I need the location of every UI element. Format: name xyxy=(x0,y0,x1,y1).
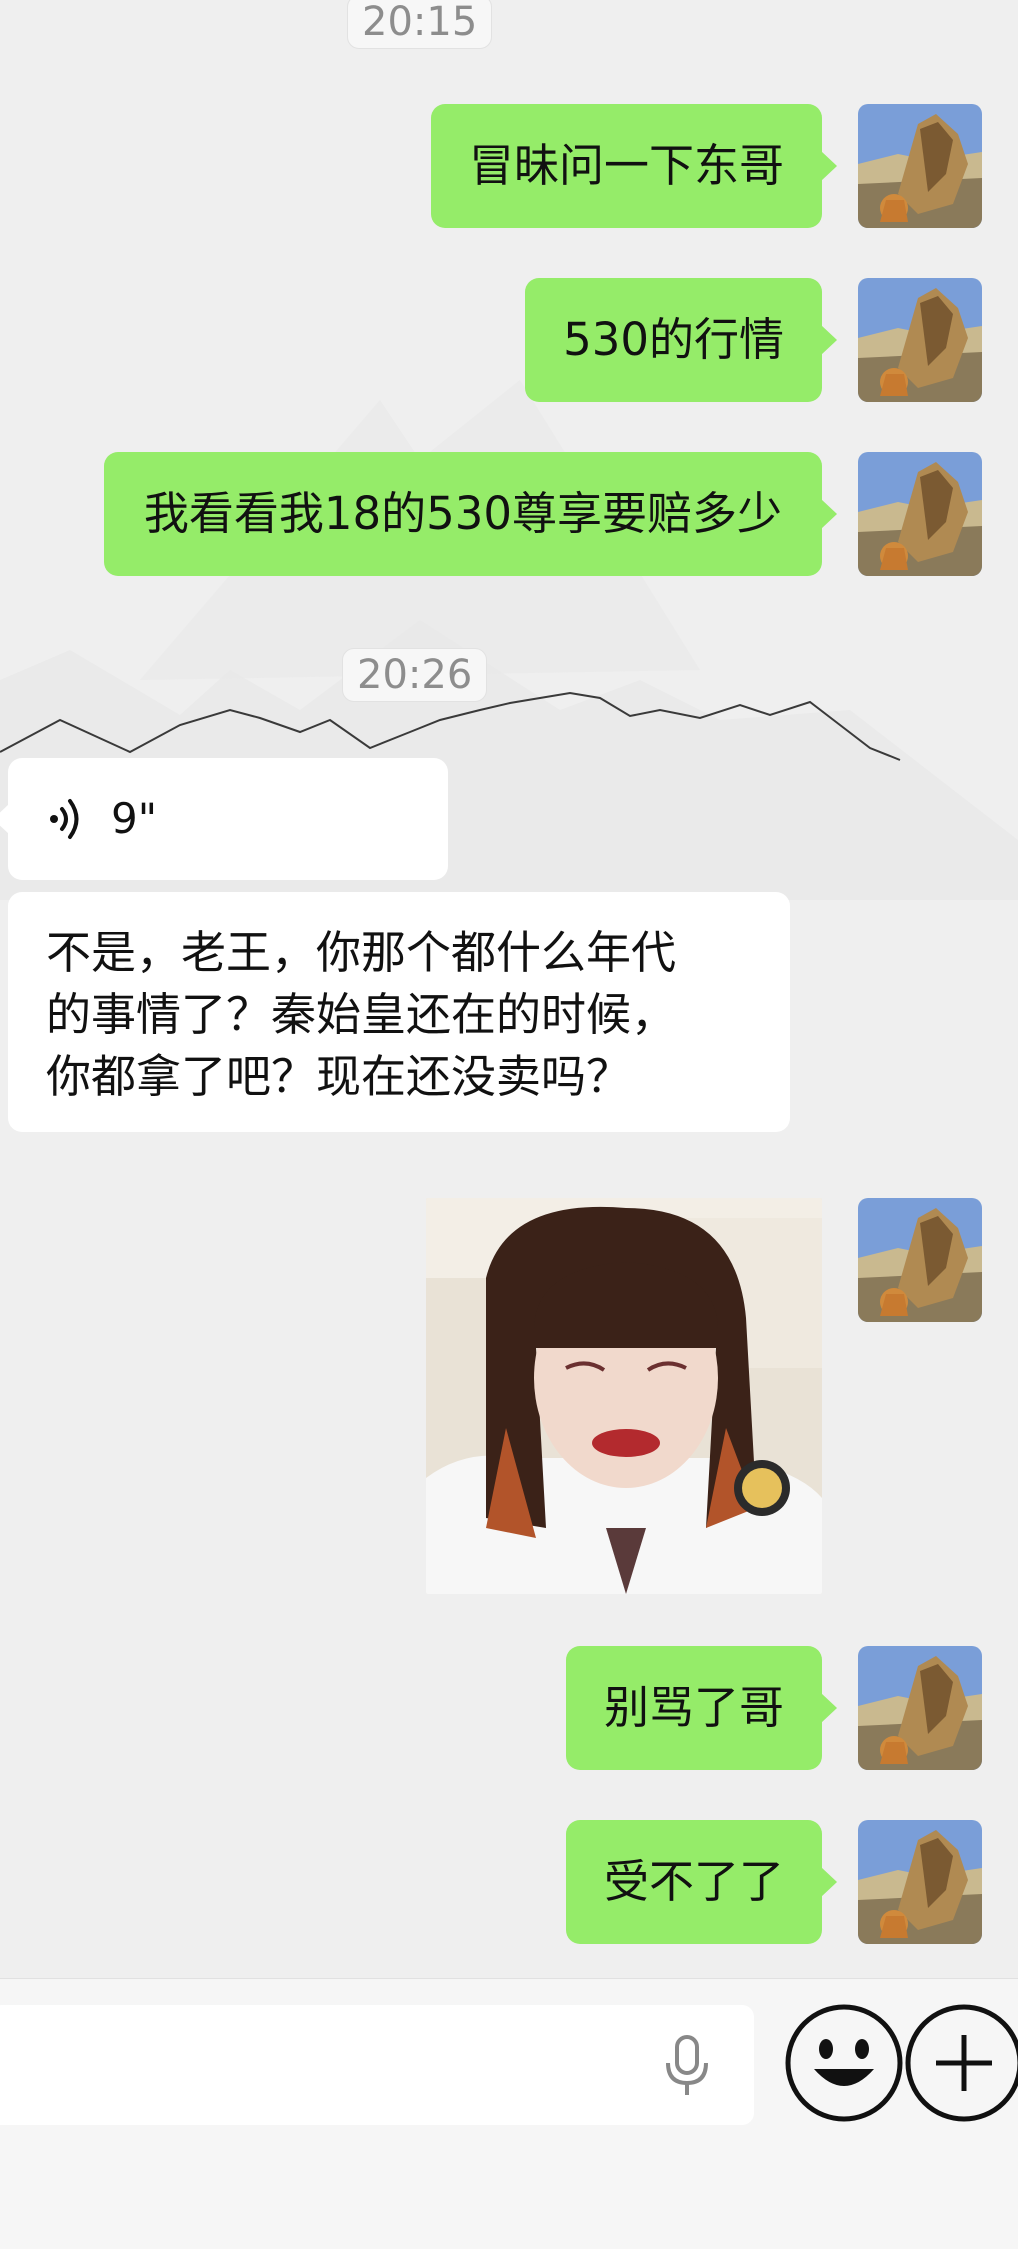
microphone-icon[interactable] xyxy=(662,2035,712,2097)
message-row: 别骂了哥 xyxy=(0,1646,1018,1770)
input-bar xyxy=(0,1978,1018,2249)
message-row: 530的行情 xyxy=(0,278,1018,402)
message-row: 冒昧问一下东哥 xyxy=(0,104,1018,228)
message-input[interactable] xyxy=(0,2005,754,2125)
voice-wave-icon xyxy=(50,799,79,839)
message-bubble[interactable]: 530的行情 xyxy=(525,278,837,402)
message-line: 的事情了？秦始皇还在的时候， xyxy=(46,988,677,1041)
message-line: 你都拿了吧？现在还没卖吗？ xyxy=(46,1050,632,1103)
avatar-image-icon xyxy=(858,104,982,228)
message-row: 我看看我18的530尊享要赔多少 xyxy=(0,452,1018,576)
plus-icon[interactable] xyxy=(902,2001,1018,2125)
timestamp: 20:15 xyxy=(347,0,493,49)
message-row xyxy=(0,1198,1018,1594)
message-bubble[interactable]: 冒昧问一下东哥 xyxy=(430,104,838,228)
my-avatar[interactable] xyxy=(858,1646,982,1770)
voice-message-bubble[interactable]: 9" xyxy=(0,758,448,880)
avatar-image-icon xyxy=(858,278,982,402)
my-avatar[interactable] xyxy=(858,452,982,576)
avatar-image-icon xyxy=(858,1646,982,1770)
emoji-icon[interactable] xyxy=(782,2001,906,2125)
my-avatar[interactable] xyxy=(858,104,982,228)
avatar-image-icon xyxy=(858,1198,982,1322)
my-avatar[interactable] xyxy=(858,1820,982,1944)
avatar-image-icon xyxy=(858,1820,982,1944)
sticker-image[interactable] xyxy=(426,1198,822,1594)
meme-photo-icon xyxy=(426,1198,822,1594)
message-row: 受不了了 xyxy=(0,1820,1018,1944)
message-bubble[interactable]: 不是，老王，你那个都什么年代 的事情了？秦始皇还在的时候， 你都拿了吧？现在还没… xyxy=(8,892,790,1132)
avatar-image-icon xyxy=(858,452,982,576)
my-avatar[interactable] xyxy=(858,1198,982,1322)
message-bubble[interactable]: 我看看我18的530尊享要赔多少 xyxy=(103,452,838,576)
chat-area[interactable]: 20:15 冒昧问一下东哥 530的行情 我看看我18的530尊享要赔多少 20… xyxy=(0,0,1018,1978)
my-avatar[interactable] xyxy=(858,278,982,402)
message-line: 不是，老王，你那个都什么年代 xyxy=(46,926,677,979)
voice-duration: 9" xyxy=(111,794,158,843)
message-bubble[interactable]: 受不了了 xyxy=(565,1820,838,1944)
message-bubble[interactable]: 别骂了哥 xyxy=(565,1646,838,1770)
message-row: 9" xyxy=(0,758,1018,880)
timestamp: 20:26 xyxy=(342,648,488,702)
message-row: 不是，老王，你那个都什么年代 的事情了？秦始皇还在的时候， 你都拿了吧？现在还没… xyxy=(0,892,1018,1148)
